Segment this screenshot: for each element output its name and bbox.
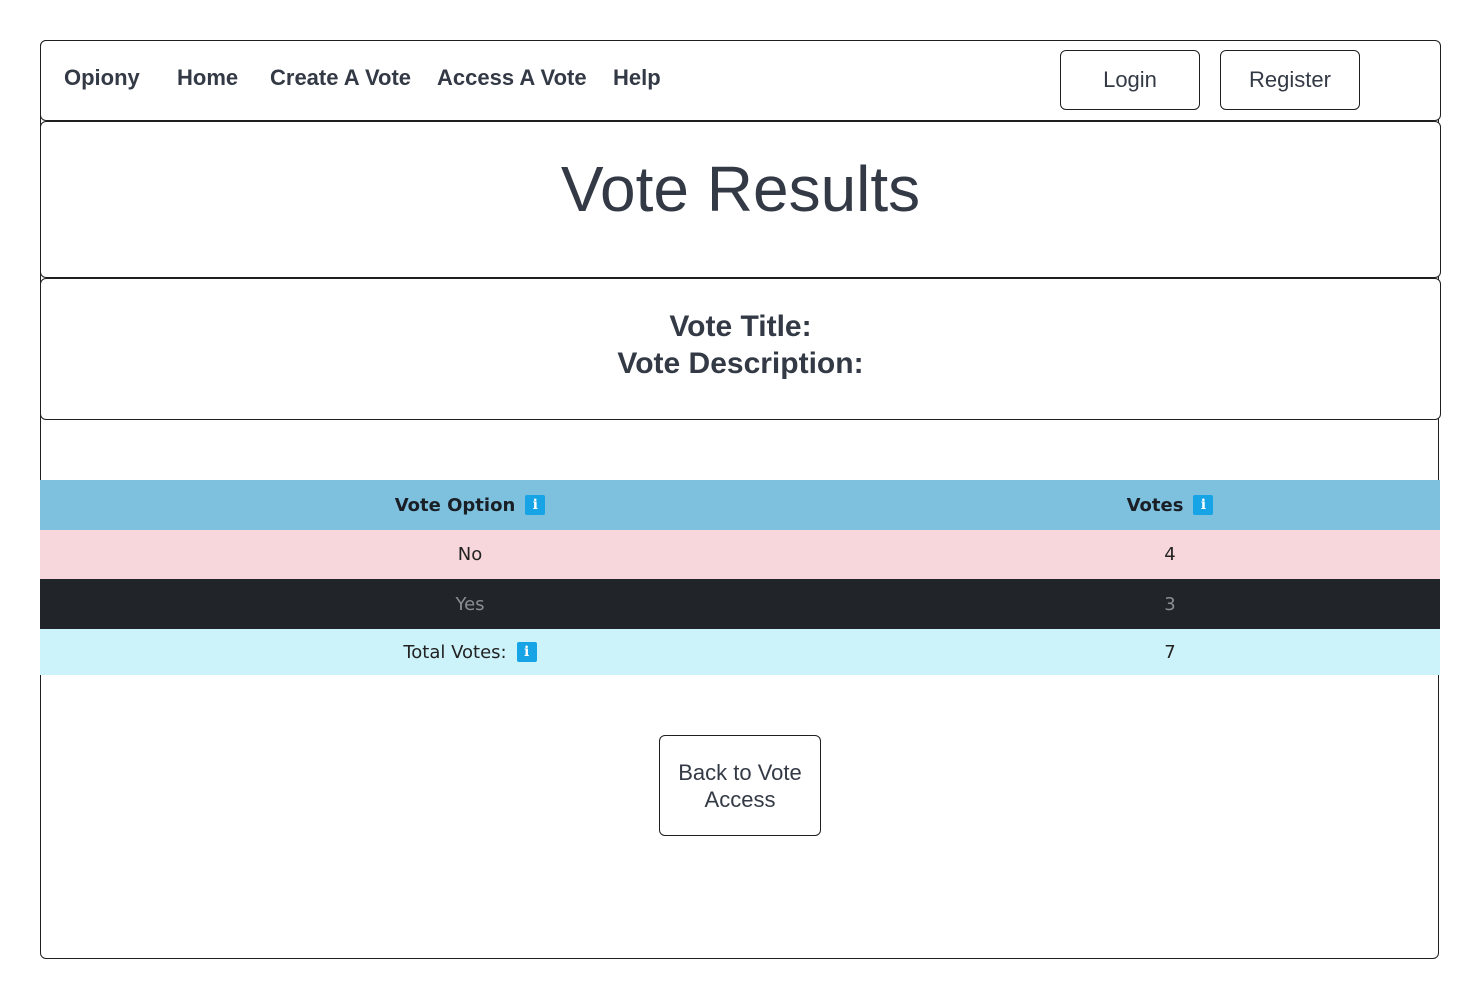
vote-info-panel: Vote Title: Vote Description: xyxy=(40,278,1441,420)
vote-count-cell: 4 xyxy=(1164,544,1176,565)
info-icon[interactable]: i xyxy=(1193,495,1214,515)
column-header-vote-option: Vote Option i xyxy=(40,495,900,516)
table-row: Yes 3 xyxy=(40,579,1440,629)
vote-count-cell: 3 xyxy=(1164,593,1176,615)
vote-description-label: Vote Description: xyxy=(617,347,864,380)
page-title: Vote Results xyxy=(560,152,921,225)
register-button[interactable]: Register xyxy=(1220,50,1360,110)
vote-option-cell: No xyxy=(457,544,483,565)
nav-link-access-vote[interactable]: Access A Vote xyxy=(437,65,587,91)
nav-link-help[interactable]: Help xyxy=(613,65,661,91)
table-row: No 4 xyxy=(40,530,1440,579)
total-row: Total Votes: i 7 xyxy=(40,629,1440,675)
info-icon[interactable]: i xyxy=(516,642,537,662)
nav-link-create-vote[interactable]: Create A Vote xyxy=(270,65,411,91)
column-header-label: Vote Option xyxy=(394,494,516,516)
nav-link-home[interactable]: Home xyxy=(177,65,238,91)
vote-option-cell: Yes xyxy=(455,593,485,615)
title-panel: Vote Results xyxy=(40,121,1441,278)
vote-title-label: Vote Title: xyxy=(669,310,812,343)
navbar: Opiony Home Create A Vote Access A Vote … xyxy=(40,40,1441,121)
back-to-vote-access-button[interactable]: Back to Vote Access xyxy=(659,735,821,836)
column-header-label: Votes xyxy=(1126,494,1184,516)
total-votes-cell: Total Votes: i xyxy=(40,642,900,663)
table-header-row: Vote Option i Votes i xyxy=(40,480,1440,530)
column-header-votes: Votes i xyxy=(900,495,1440,516)
total-votes-label: Total Votes: xyxy=(403,641,507,663)
login-button[interactable]: Login xyxy=(1060,50,1200,110)
results-table: Vote Option i Votes i No 4 Yes 3 Total V… xyxy=(40,480,1440,675)
brand-logo[interactable]: Opiony xyxy=(64,65,140,91)
info-icon[interactable]: i xyxy=(525,495,546,515)
total-votes-value: 7 xyxy=(1164,641,1176,663)
